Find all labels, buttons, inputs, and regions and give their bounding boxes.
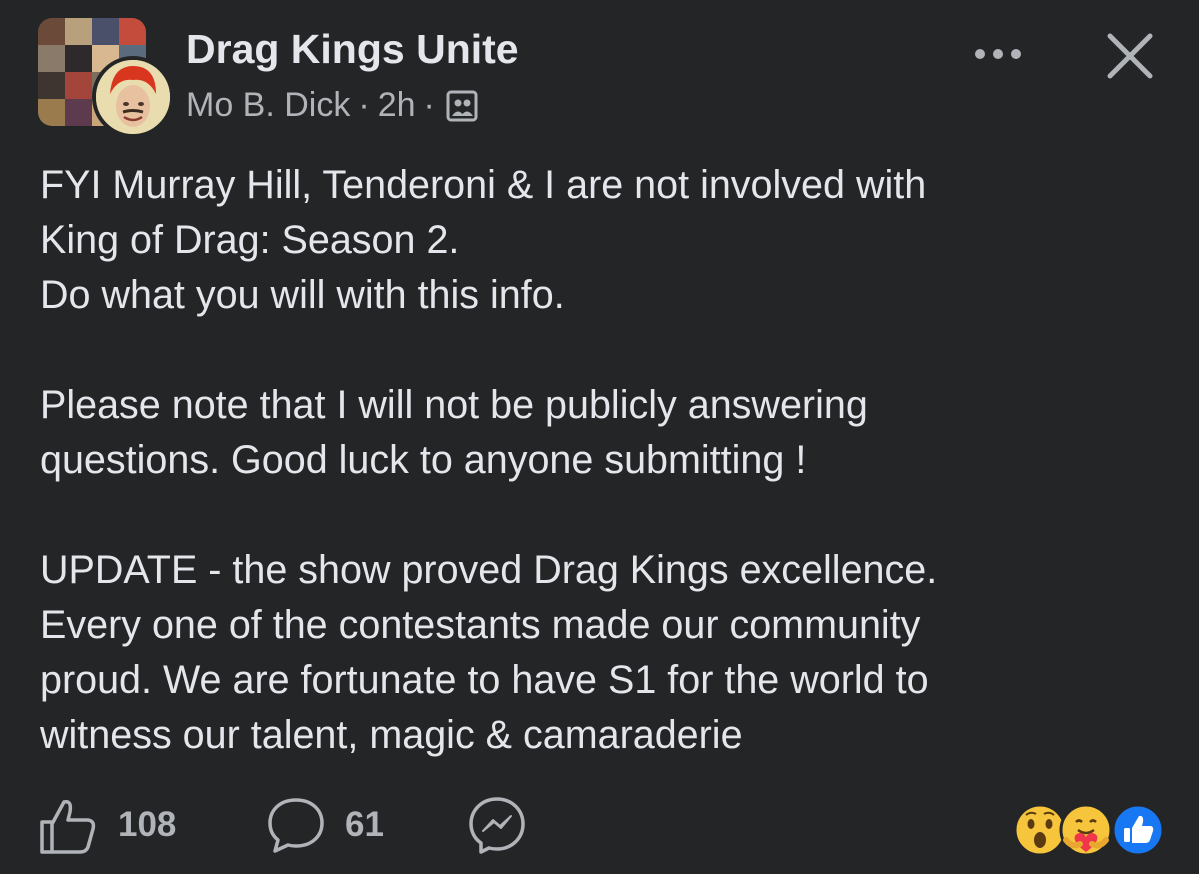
- post-meta: Mo B. Dick · 2h ·: [186, 86, 479, 125]
- post-line: Every one of the contestants made our co…: [40, 603, 921, 647]
- post-line: proud. We are fortunate to have S1 for t…: [40, 658, 929, 702]
- more-options-button[interactable]: [966, 36, 1030, 70]
- group-name[interactable]: Drag Kings Unite: [186, 26, 519, 73]
- author-portrait-icon: [96, 60, 170, 134]
- post-line: questions. Good luck to anyone submittin…: [40, 438, 807, 482]
- wow-reaction-icon: [1013, 803, 1067, 857]
- post-line: King of Drag: Season 2.: [40, 218, 460, 262]
- post-paragraph: FYI Murray Hill, Tenderoni & I are not i…: [40, 158, 1160, 323]
- author-avatar[interactable]: [92, 56, 174, 138]
- care-reaction-icon: [1059, 803, 1113, 857]
- post-avatars[interactable]: [38, 18, 174, 138]
- close-button[interactable]: [1102, 28, 1158, 84]
- author-name[interactable]: Mo B. Dick: [186, 86, 350, 125]
- like-count: 108: [118, 805, 177, 844]
- thumbs-up-outline-icon: [40, 799, 96, 854]
- post-line: witness our talent, magic & camaraderie: [40, 713, 743, 757]
- reactions-icons: [1013, 803, 1165, 857]
- close-icon: [1107, 33, 1153, 79]
- comment-button[interactable]: 61: [265, 793, 384, 857]
- facebook-post: Drag Kings Unite Mo B. Dick · 2h · FYI M…: [0, 0, 1199, 874]
- meta-separator: ·: [423, 86, 435, 124]
- reactions-summary[interactable]: [1010, 800, 1170, 860]
- group-members-icon[interactable]: [445, 89, 479, 123]
- comment-count: 61: [345, 805, 384, 844]
- like-reaction-icon: [1111, 803, 1165, 857]
- post-timestamp[interactable]: 2h: [378, 86, 416, 125]
- post-line: UPDATE - the show proved Drag Kings exce…: [40, 548, 938, 592]
- send-messenger-button[interactable]: [466, 793, 528, 857]
- post-paragraph: UPDATE - the show proved Drag Kings exce…: [40, 543, 1160, 763]
- more-dots-icon: [975, 49, 1021, 59]
- post-paragraph: Please note that I will not be publicly …: [40, 378, 1160, 488]
- comment-bubble-icon: [268, 798, 324, 853]
- messenger-icon: [469, 797, 525, 854]
- post-line: Please note that I will not be publicly …: [40, 383, 868, 427]
- post-line: Do what you will with this info.: [40, 273, 565, 317]
- like-button[interactable]: 108: [38, 793, 176, 857]
- meta-separator: ·: [358, 86, 370, 124]
- post-body: FYI Murray Hill, Tenderoni & I are not i…: [40, 158, 1160, 763]
- post-line: FYI Murray Hill, Tenderoni & I are not i…: [40, 163, 927, 207]
